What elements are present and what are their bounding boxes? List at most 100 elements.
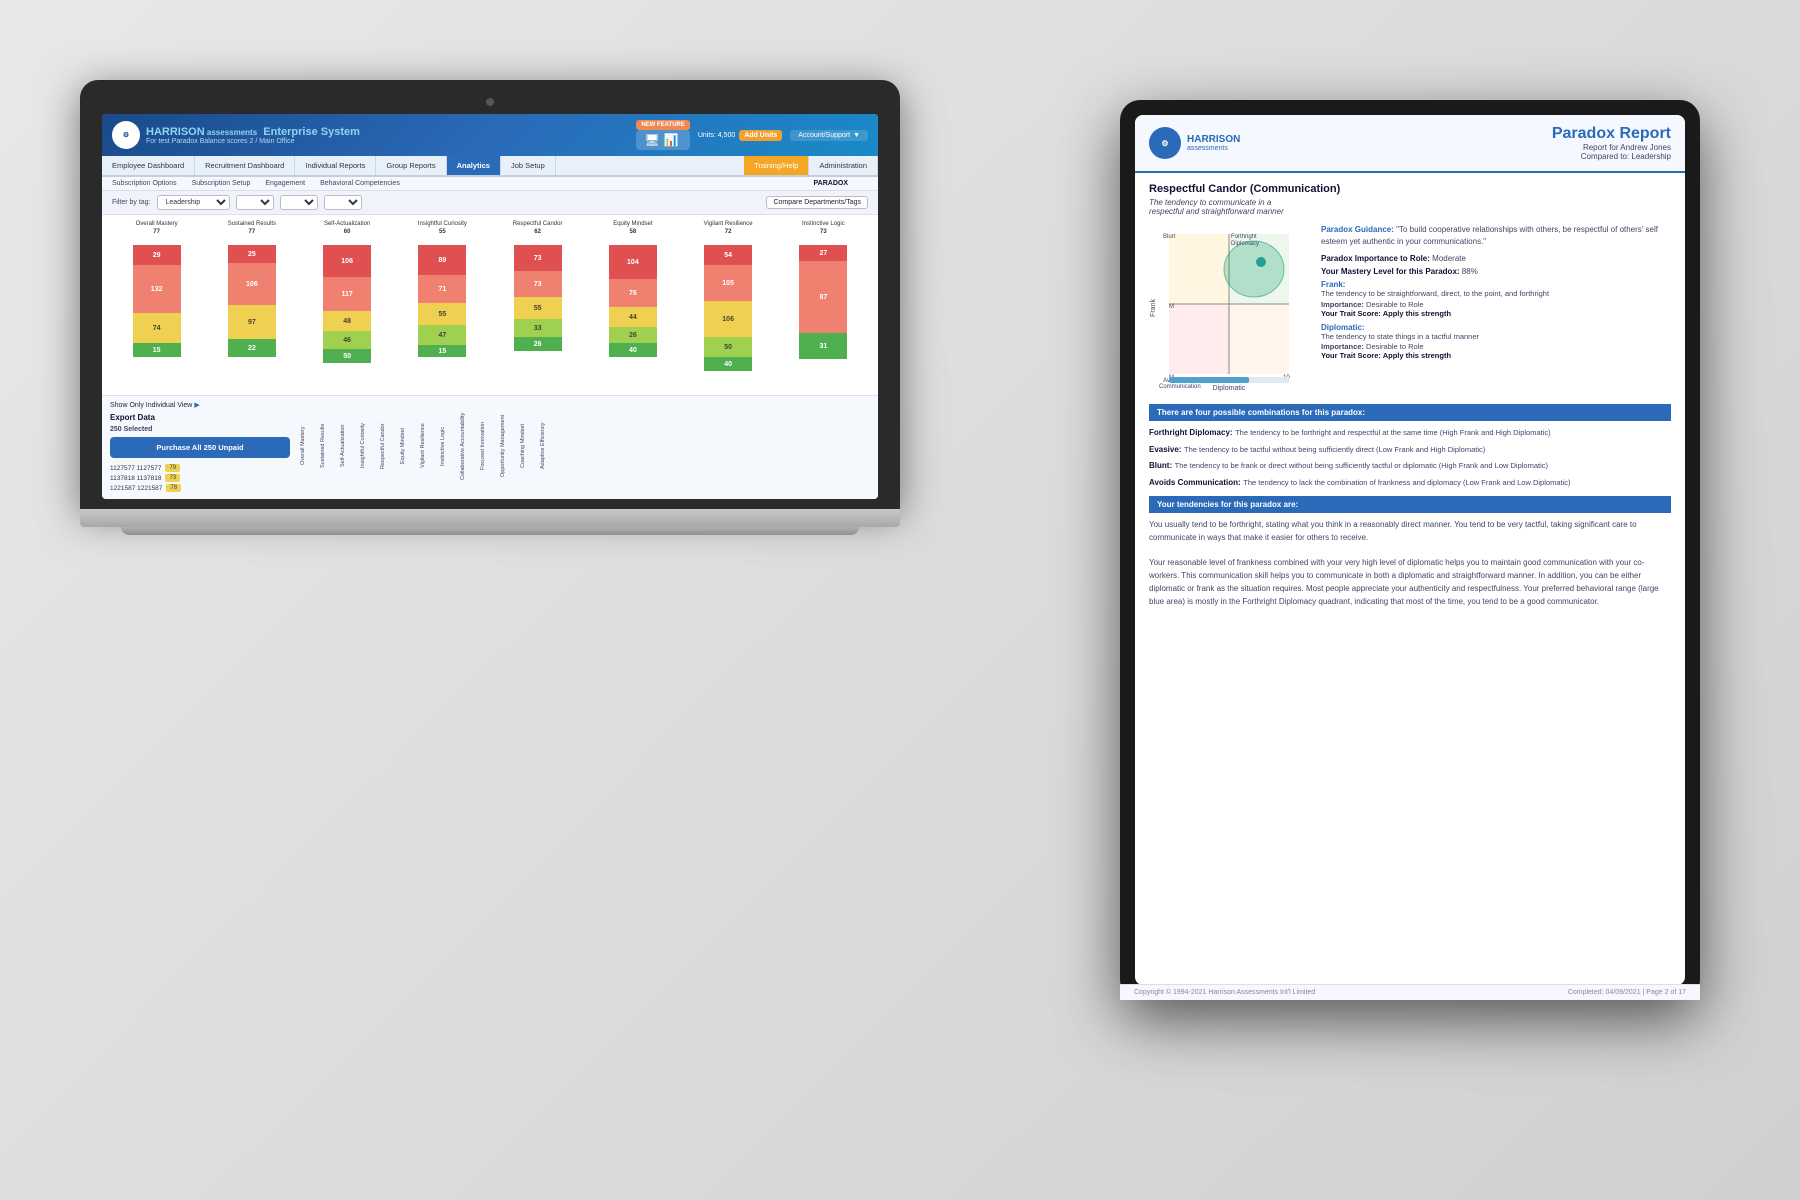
laptop-foot — [121, 527, 859, 535]
selected-count: 250 Selected — [110, 426, 290, 433]
filter-label: Filter by tag: — [112, 199, 151, 206]
laptop-camera — [486, 98, 494, 106]
employee-row-3: 1221587 1221587 78 — [110, 484, 290, 492]
tab-administration[interactable]: Administration — [809, 156, 878, 175]
report-title: Paradox Report — [1552, 125, 1671, 143]
trait-frank: Frank: The tendency to be straightforwar… — [1321, 280, 1671, 318]
filter-select-3[interactable] — [280, 195, 318, 210]
monitor-icon: 🖥 — [644, 133, 659, 147]
add-units-button[interactable]: Add Units — [739, 130, 782, 141]
chart-col-insightful-curiosity: Insightful Curiosity55 89 71 55 47 15 — [396, 221, 489, 393]
tendencies-header: Your tendencies for this paradox are: — [1149, 496, 1671, 513]
app-header: ⚙ HARRISON assessments Enterprise System… — [102, 114, 878, 156]
purchase-all-button[interactable]: Purchase All 250 Unpaid — [110, 437, 290, 458]
main-nav: Employee Dashboard Recruitment Dashboard… — [102, 156, 878, 177]
tab-individual-reports[interactable]: Individual Reports — [295, 156, 376, 175]
bar-stack-overall-mastery: 29 132 74 15 — [133, 245, 181, 385]
combo-blunt: Blunt: The tendency to be frank or direc… — [1149, 460, 1671, 472]
report-mastery-line: Your Mastery Level for this Paradox: 88% — [1321, 267, 1671, 276]
bottom-panel: Show Only Individual View ▶ Export Data … — [102, 395, 878, 499]
bar-stack-instinctive-logic: 27 87 31 — [799, 245, 847, 385]
svg-text:Frank: Frank — [1150, 299, 1157, 317]
bar-stack-equity-mindset: 104 76 44 26 40 — [609, 245, 657, 385]
scroll-columns-area: Overall Mastery Sustained Results Self-A… — [300, 401, 870, 494]
export-data-label: Export Data — [110, 413, 290, 422]
laptop-screen: ⚙ HARRISON assessments Enterprise System… — [102, 114, 878, 499]
laptop-base — [80, 509, 900, 527]
units-text: Units: 4,500 — [698, 132, 735, 139]
bar-stack-self-actualization: 106 117 48 46 50 — [323, 245, 371, 385]
bar-stack-sustained-results: 25 106 97 22 — [228, 245, 276, 385]
filter-bar: Filter by tag: Leadership Compare Depart… — [102, 191, 878, 215]
report-importance-line: Paradox Importance to Role: Moderate — [1321, 254, 1671, 263]
analytics-icon: 📊 — [664, 133, 679, 147]
subnav-subscription-setup[interactable]: Subscription Setup — [192, 180, 251, 187]
header-right: NEW FEATURE 🖥 📊 Units: 4,500 Add Units A… — [636, 120, 868, 150]
bar-stack-vigilant-resilience: 54 105 106 50 40 — [704, 245, 752, 385]
tendencies-text: You usually tend to be forthright, stati… — [1149, 519, 1671, 609]
employee-id-3: 1221587 1221587 — [110, 485, 162, 492]
report-text-area: Paradox Guidance: "To build cooperative … — [1321, 224, 1671, 394]
report-title-area: Paradox Report Report for Andrew Jones C… — [1552, 125, 1671, 161]
tab-job-setup[interactable]: Job Setup — [501, 156, 556, 175]
tab-training-help[interactable]: Training/Help — [744, 156, 809, 175]
combo-evasive: Evasive: The tendency to be tactful with… — [1149, 444, 1671, 456]
tab-group-reports[interactable]: Group Reports — [376, 156, 446, 175]
svg-text:Diplomacy: Diplomacy — [1231, 241, 1259, 247]
trait-diplomatic: Diplomatic: The tendency to state things… — [1321, 323, 1671, 361]
report-brand-sub: assessments — [1187, 145, 1240, 152]
laptop-container: ⚙ HARRISON assessments Enterprise System… — [80, 80, 900, 700]
report-footer: Copyright © 1994-2021 Harrison Assessmen… — [1135, 984, 1685, 985]
subnav-behavioral-competencies[interactable]: Behavioral Competencies — [320, 180, 400, 187]
svg-text:Forthright: Forthright — [1231, 234, 1257, 240]
report-section-title: Respectful Candor (Communication) — [1149, 183, 1671, 195]
report-brand: HARRISON assessments — [1187, 134, 1240, 152]
account-dropdown[interactable]: Account/Support ▼ — [790, 130, 868, 141]
report-chart-area: Blurt Forthright Diplomacy Avoids Commun… — [1149, 224, 1309, 394]
scroll-column-labels: Overall Mastery Sustained Results Self-A… — [300, 401, 870, 491]
tablet-screen: ⚙ HARRISON assessments Paradox Report Re… — [1135, 115, 1685, 985]
tablet-container: ⚙ HARRISON assessments Paradox Report Re… — [1120, 100, 1700, 1000]
subnav-paradox[interactable]: PARADOX — [814, 180, 848, 187]
tab-recruitment-dashboard[interactable]: Recruitment Dashboard — [195, 156, 295, 175]
filter-select-2[interactable] — [236, 195, 274, 210]
report-subtitle-1: Report for Andrew Jones — [1552, 143, 1671, 152]
arrow-right-icon: ▶ — [194, 402, 199, 409]
app-subtitle: For test Paradox Balance scores 2 / Main… — [146, 138, 360, 145]
report-main-content: Blurt Forthright Diplomacy Avoids Commun… — [1149, 224, 1671, 394]
left-panel: Show Only Individual View ▶ Export Data … — [110, 401, 290, 494]
combo-avoids-communication: Avoids Communication: The tendency to la… — [1149, 477, 1671, 489]
new-feature-badge: NEW FEATURE 🖥 📊 — [636, 120, 690, 150]
subnav-engagement[interactable]: Engagement — [265, 180, 305, 187]
tab-employee-dashboard[interactable]: Employee Dashboard — [102, 156, 195, 175]
bar-stack-insightful-curiosity: 89 71 55 47 15 — [418, 245, 466, 385]
units-area: Units: 4,500 Add Units — [698, 130, 782, 141]
employee-row-1: 1127577 1127577 79 — [110, 464, 290, 472]
filter-tag-select[interactable]: Leadership — [157, 195, 230, 210]
bar-stack-respectful-candor: 73 73 55 33 26 — [514, 245, 562, 385]
report-section-desc: The tendency to communicate in arespectf… — [1149, 198, 1671, 216]
employee-score-2: 73 — [165, 474, 180, 482]
brand-title: HARRISON assessments Enterprise System — [146, 126, 360, 138]
chart-col-vigilant-resilience: Vigilant Resilience72 54 105 106 50 40 — [682, 221, 775, 393]
employee-row-2: 1137818 1137818 73 — [110, 474, 290, 482]
filter-select-4[interactable] — [324, 195, 362, 210]
employee-id-1: 1127577 1127577 — [110, 465, 161, 472]
chart-col-self-actualization: Self-Actualization60 106 117 48 46 50 — [301, 221, 394, 393]
employee-score-1: 79 — [165, 464, 180, 472]
report-subtitle-2: Compared to: Leadership — [1552, 152, 1671, 161]
report-body: Respectful Candor (Communication) The te… — [1135, 173, 1685, 619]
chart-col-sustained-results: Sustained Results77 25 106 97 22 — [205, 221, 298, 393]
compare-departments-button[interactable]: Compare Departments/Tags — [766, 196, 868, 209]
subnav-subscription-options[interactable]: Subscription Options — [112, 180, 177, 187]
report-header: ⚙ HARRISON assessments Paradox Report Re… — [1135, 115, 1685, 173]
show-only-link[interactable]: Show Only Individual View ▶ — [110, 401, 290, 409]
chevron-down-icon: ▼ — [853, 132, 860, 139]
report-brand-name: HARRISON — [1187, 134, 1240, 145]
tab-analytics[interactable]: Analytics — [447, 156, 501, 175]
feature-icon-area[interactable]: 🖥 📊 — [636, 130, 690, 150]
logo-area: ⚙ HARRISON assessments Enterprise System… — [112, 121, 360, 149]
chart-col-respectful-candor: Respectful Candor62 73 73 55 33 26 — [491, 221, 584, 393]
chart-col-equity-mindset: Equity Mindset58 104 76 44 26 40 — [586, 221, 679, 393]
svg-text:Blurt: Blurt — [1163, 234, 1176, 240]
